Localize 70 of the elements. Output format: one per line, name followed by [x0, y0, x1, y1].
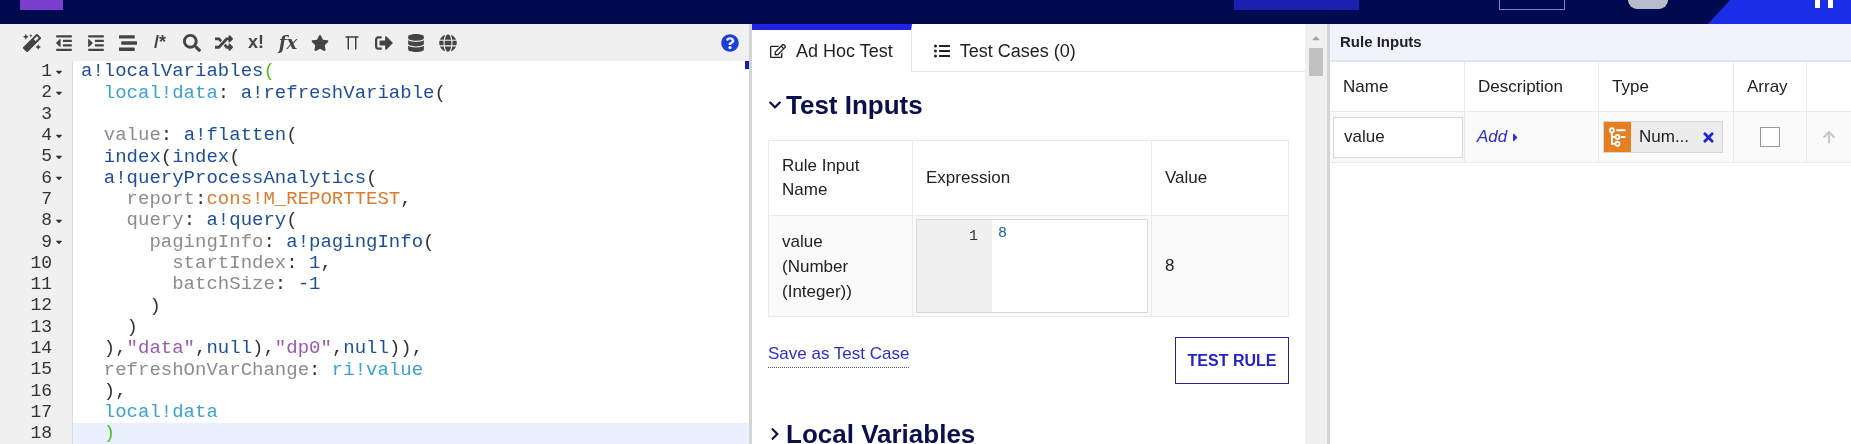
column-header: Type — [1612, 75, 1649, 98]
column-header: Array — [1747, 75, 1788, 98]
type-label: Num... — [1639, 126, 1690, 149]
pi-icon — [343, 33, 361, 52]
line-number: 18 — [30, 422, 52, 444]
toolbar-button[interactable]: x! — [240, 28, 272, 57]
save-test-case-link[interactable]: Save as Test Case — [768, 341, 910, 368]
section-header[interactable]: Local Variables — [768, 414, 1289, 444]
line-number: 7 — [41, 187, 52, 211]
line-number: 2 — [41, 81, 52, 105]
line-number: 8 — [41, 209, 52, 233]
line-number: 5 — [41, 145, 52, 169]
edit-icon — [770, 43, 786, 59]
column-header: Rule Input Name — [782, 155, 861, 201]
table-cell-text: value (Number (Integer)) — [782, 230, 853, 303]
tab[interactable]: Test Cases (0) — [911, 24, 1098, 72]
bar-icon — [1815, 0, 1820, 8]
code-text: , — [400, 187, 412, 213]
line-number: 6 — [41, 166, 52, 190]
line-number: 12 — [30, 294, 52, 318]
table-cell-text: 8 — [1165, 255, 1175, 278]
name-input-field[interactable]: value — [1333, 116, 1463, 158]
code-text: ( — [423, 229, 435, 255]
column-header: Expression — [926, 167, 1011, 189]
code-text: ( — [434, 80, 446, 106]
help-icon[interactable] — [721, 33, 739, 52]
line-number: 9 — [41, 230, 52, 254]
nav-outline-box — [1499, 0, 1565, 10]
code-text: ) — [148, 293, 161, 319]
indent-icon — [87, 33, 105, 52]
line-number: 1 — [969, 227, 978, 247]
panel-title: Rule Inputs — [1340, 31, 1422, 52]
code-text: ( — [286, 123, 298, 149]
vertical-scrollbar[interactable] — [1305, 24, 1327, 444]
line-number: 11 — [30, 273, 52, 297]
search-icon — [183, 33, 201, 52]
scrollbar-thumb[interactable] — [1309, 48, 1323, 76]
test-rule-button[interactable]: TEST RULE — [1175, 337, 1289, 384]
type-hierarchy-icon — [1604, 122, 1631, 152]
line-number: 14 — [30, 337, 52, 360]
line-number: 13 — [30, 315, 52, 339]
list-lines-icon — [119, 33, 137, 52]
line-number: 3 — [41, 102, 52, 126]
export-icon — [375, 33, 393, 52]
column-header: Description — [1478, 75, 1564, 98]
line-number: 15 — [30, 358, 52, 382]
line-number: 16 — [30, 379, 52, 403]
line-number: 10 — [30, 251, 52, 275]
tab[interactable]: Ad Hoc Test — [752, 24, 912, 72]
logo-block — [20, 0, 63, 10]
globe-icon — [439, 33, 457, 52]
section-header[interactable]: Test Inputs — [768, 82, 1289, 128]
outdent-icon — [55, 33, 73, 52]
code-text: 8 — [998, 225, 1007, 242]
expression-editor[interactable]: 1 8 — [916, 219, 1148, 313]
add-description-link[interactable]: Add — [1477, 124, 1523, 150]
array-checkbox[interactable] — [1760, 127, 1780, 147]
toolbar-button[interactable]: fx — [272, 28, 304, 57]
shuffle-icon — [215, 33, 233, 52]
magic-wand-icon — [23, 33, 41, 52]
star-icon — [311, 33, 329, 52]
line-number: 1 — [41, 61, 52, 84]
list-icon — [933, 43, 950, 59]
column-header: Value — [1165, 167, 1208, 189]
line-number: 4 — [41, 124, 52, 148]
line-number: 17 — [30, 400, 52, 424]
toolbar-button[interactable]: /* — [144, 28, 176, 57]
bar-icon — [1828, 0, 1833, 8]
column-header: Name — [1343, 75, 1389, 98]
type-chip[interactable]: Num... — [1603, 121, 1724, 153]
